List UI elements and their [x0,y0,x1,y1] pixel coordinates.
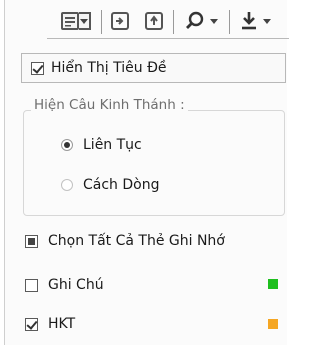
collapse-button[interactable] [109,6,131,36]
search-icon [186,11,204,29]
tag-color-swatch [268,279,278,289]
tag-note-label: Ghi Chú [48,277,104,293]
radio-unselected-icon [61,179,73,191]
expand-icon [145,12,163,30]
select-all-label: Chọn Tất Cả Thẻ Ghi Nhớ [48,233,225,249]
radio-line-break[interactable]: Cách Dòng [61,177,159,193]
list-view-icon [61,12,79,30]
download-icon [242,12,256,30]
checkbox-checked-icon [25,317,38,331]
radio-continuous[interactable]: Liên Tục [61,137,142,153]
tag-color-swatch [268,319,278,329]
show-title-label: Hiển Thị Tiêu Đề [51,60,167,76]
checkbox-unchecked-icon [25,278,38,292]
search-button[interactable] [179,6,223,36]
toolbar-separator [101,10,102,34]
verse-display-group [23,110,285,216]
checkbox-checked-icon [31,61,44,75]
chevron-down-icon [210,18,218,24]
radio-selected-icon [61,139,73,151]
select-all-checkbox[interactable]: Chọn Tất Cả Thẻ Ghi Nhớ [25,233,225,249]
radio-line-break-label: Cách Dòng [83,177,160,193]
download-button[interactable] [235,6,275,36]
list-view-button[interactable] [57,6,95,36]
toolbar-divider [47,38,289,39]
radio-continuous-label: Liên Tục [83,137,142,153]
toolbar [49,6,289,36]
chevron-down-icon [79,12,91,30]
tag-note-checkbox[interactable]: Ghi Chú [25,277,104,293]
checkbox-indeterminate-icon [25,234,38,248]
collapse-icon [111,12,129,30]
toolbar-separator [229,10,230,34]
show-title-checkbox[interactable]: Hiển Thị Tiêu Đề [21,53,286,83]
verse-display-title: Hiện Câu Kinh Thánh : [31,97,188,113]
tag-hkt-label: HKT [48,316,76,332]
expand-button[interactable] [143,6,165,36]
toolbar-separator [173,10,174,34]
tag-hkt-checkbox[interactable]: HKT [25,316,75,332]
chevron-down-icon [263,18,271,24]
bookmark-panel: Hiển Thị Tiêu Đề Hiện Câu Kinh Thánh : L… [4,0,289,345]
